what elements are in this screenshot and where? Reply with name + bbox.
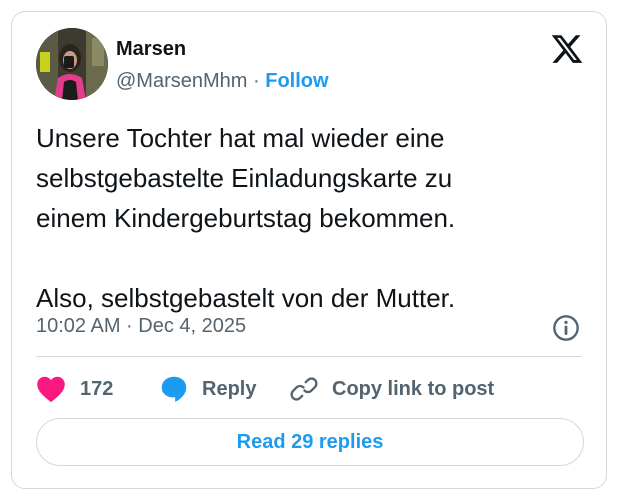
copy-link-button[interactable]: Copy link to post xyxy=(290,374,494,404)
author-handle[interactable]: @MarsenMhm xyxy=(116,70,247,92)
info-icon[interactable] xyxy=(552,314,580,342)
follow-link[interactable]: Follow xyxy=(265,70,328,92)
like-button[interactable]: 172 xyxy=(36,374,113,404)
embedded-post-card: Marsen @MarsenMhm · Follow Unsere Tochte… xyxy=(11,11,607,489)
reply-label: Reply xyxy=(202,377,257,400)
avatar-photo xyxy=(36,28,108,100)
like-count: 172 xyxy=(80,377,114,400)
divider xyxy=(36,356,582,357)
author-name[interactable]: Marsen xyxy=(116,38,186,61)
read-replies-button[interactable]: Read 29 replies xyxy=(36,418,584,466)
post-timestamp[interactable]: 10:02 AM · Dec 4, 2025 xyxy=(36,315,246,338)
link-icon xyxy=(290,377,318,401)
x-logo-icon[interactable] xyxy=(550,32,584,66)
heart-icon xyxy=(37,376,65,403)
separator-dot: · xyxy=(253,70,260,92)
reply-button[interactable]: Reply xyxy=(160,374,256,404)
avatar[interactable] xyxy=(36,28,108,100)
speech-bubble-icon xyxy=(161,376,187,402)
author-handle-row: @MarsenMhm · Follow xyxy=(116,70,329,93)
post-text: Unsere Tochter hat mal wieder eine selbs… xyxy=(36,123,456,313)
copy-link-label: Copy link to post xyxy=(332,377,495,400)
